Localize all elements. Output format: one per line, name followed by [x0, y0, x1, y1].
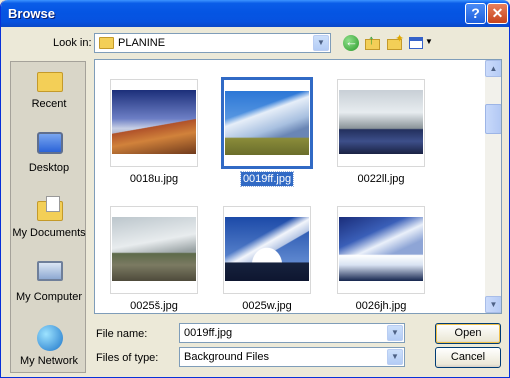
place-label: Recent — [31, 98, 67, 110]
file-item[interactable]: 0025š.jpg — [97, 201, 217, 313]
thumbnail-frame — [337, 79, 425, 167]
place-label: My Computer — [15, 291, 83, 303]
file-item[interactable]: 0025w.jpg — [210, 201, 330, 313]
folder-icon — [99, 37, 114, 49]
title-bar[interactable]: Browse ? ✕ — [1, 0, 509, 27]
help-button[interactable]: ? — [465, 3, 486, 24]
place-recent[interactable]: Recent — [11, 62, 87, 124]
place-my-documents[interactable]: My Documents — [11, 191, 87, 253]
my-documents-icon — [37, 196, 63, 221]
window-title: Browse — [8, 6, 55, 21]
thumbnail-frame — [110, 206, 198, 294]
file-name-label: 0019ff.jpg — [239, 171, 295, 187]
place-my-computer[interactable]: My Computer — [11, 255, 87, 317]
scrollbar-thumb[interactable] — [485, 104, 501, 134]
cancel-button[interactable]: Cancel — [435, 347, 501, 368]
place-label: My Network — [19, 355, 79, 367]
thumbnail-image — [339, 90, 423, 154]
chevron-down-icon[interactable]: ▼ — [387, 325, 403, 341]
place-label: My Documents — [12, 227, 86, 239]
thumbnail-frame — [110, 79, 198, 167]
scroll-down-arrow-icon[interactable]: ▼ — [485, 296, 501, 313]
file-item-selected[interactable]: 0019ff.jpg — [210, 74, 330, 192]
look-in-label: Look in: — [53, 37, 92, 49]
file-item[interactable]: 0018u.jpg — [97, 74, 217, 192]
up-folder-icon[interactable]: ↑ — [363, 32, 383, 53]
place-label: Desktop — [28, 162, 70, 174]
file-name-field[interactable]: 0019ff.jpg ▼ — [179, 323, 405, 343]
file-name-label: 0025š.jpg — [130, 300, 178, 312]
file-name-label: 0026jh.jpg — [355, 300, 407, 312]
views-menu-icon[interactable]: ▼ — [407, 33, 433, 53]
thumbnail-image — [112, 90, 196, 154]
look-in-value: PLANINE — [118, 37, 166, 49]
files-of-type-value: Background Files — [184, 351, 269, 363]
close-button[interactable]: ✕ — [487, 3, 508, 24]
back-icon[interactable] — [341, 33, 361, 53]
file-name-value: 0019ff.jpg — [184, 327, 233, 339]
thumbnail-image — [112, 217, 196, 281]
thumbnail-frame — [223, 206, 311, 294]
browse-dialog: Browse ? ✕ Look in: PLANINE ▼ ↑ ✦ ▼ Rece… — [0, 0, 510, 378]
file-name-label: 0018u.jpg — [129, 173, 179, 185]
look-in-dropdown[interactable]: PLANINE ▼ — [94, 33, 331, 53]
my-network-icon — [37, 325, 63, 351]
chevron-down-icon[interactable]: ▼ — [313, 35, 329, 51]
place-desktop[interactable]: Desktop — [11, 126, 87, 188]
file-item[interactable]: 0026jh.jpg — [324, 201, 444, 313]
file-item[interactable]: 0022ll.jpg — [324, 74, 444, 192]
thumbnail-image — [339, 217, 423, 281]
file-name-label: 0025w.jpg — [242, 300, 292, 312]
open-button[interactable]: Open — [435, 323, 501, 344]
my-computer-icon — [37, 261, 63, 281]
files-of-type-dropdown[interactable]: Background Files ▼ — [179, 347, 405, 367]
place-my-network[interactable]: My Network — [11, 319, 87, 377]
scroll-up-arrow-icon[interactable]: ▲ — [485, 60, 501, 77]
file-name-label: 0022ll.jpg — [357, 173, 405, 185]
thumbnail-image — [225, 217, 309, 281]
file-name-label: File name: — [96, 328, 148, 340]
vertical-scrollbar[interactable]: ▲ ▼ — [485, 60, 501, 313]
file-list[interactable]: 0018u.jpg 0019ff.jpg 0022ll.jpg 0025š.jp… — [94, 59, 502, 314]
desktop-icon — [37, 132, 63, 154]
chevron-down-icon[interactable]: ▼ — [387, 349, 403, 365]
new-folder-icon[interactable]: ✦ — [385, 33, 405, 53]
files-of-type-label: Files of type: — [96, 352, 159, 364]
thumbnail-frame — [337, 206, 425, 294]
thumbnail-frame — [221, 77, 313, 169]
recent-folder-icon — [37, 72, 63, 92]
thumbnail-image — [225, 91, 309, 155]
places-bar: Recent Desktop My Documents My Computer … — [10, 61, 86, 373]
